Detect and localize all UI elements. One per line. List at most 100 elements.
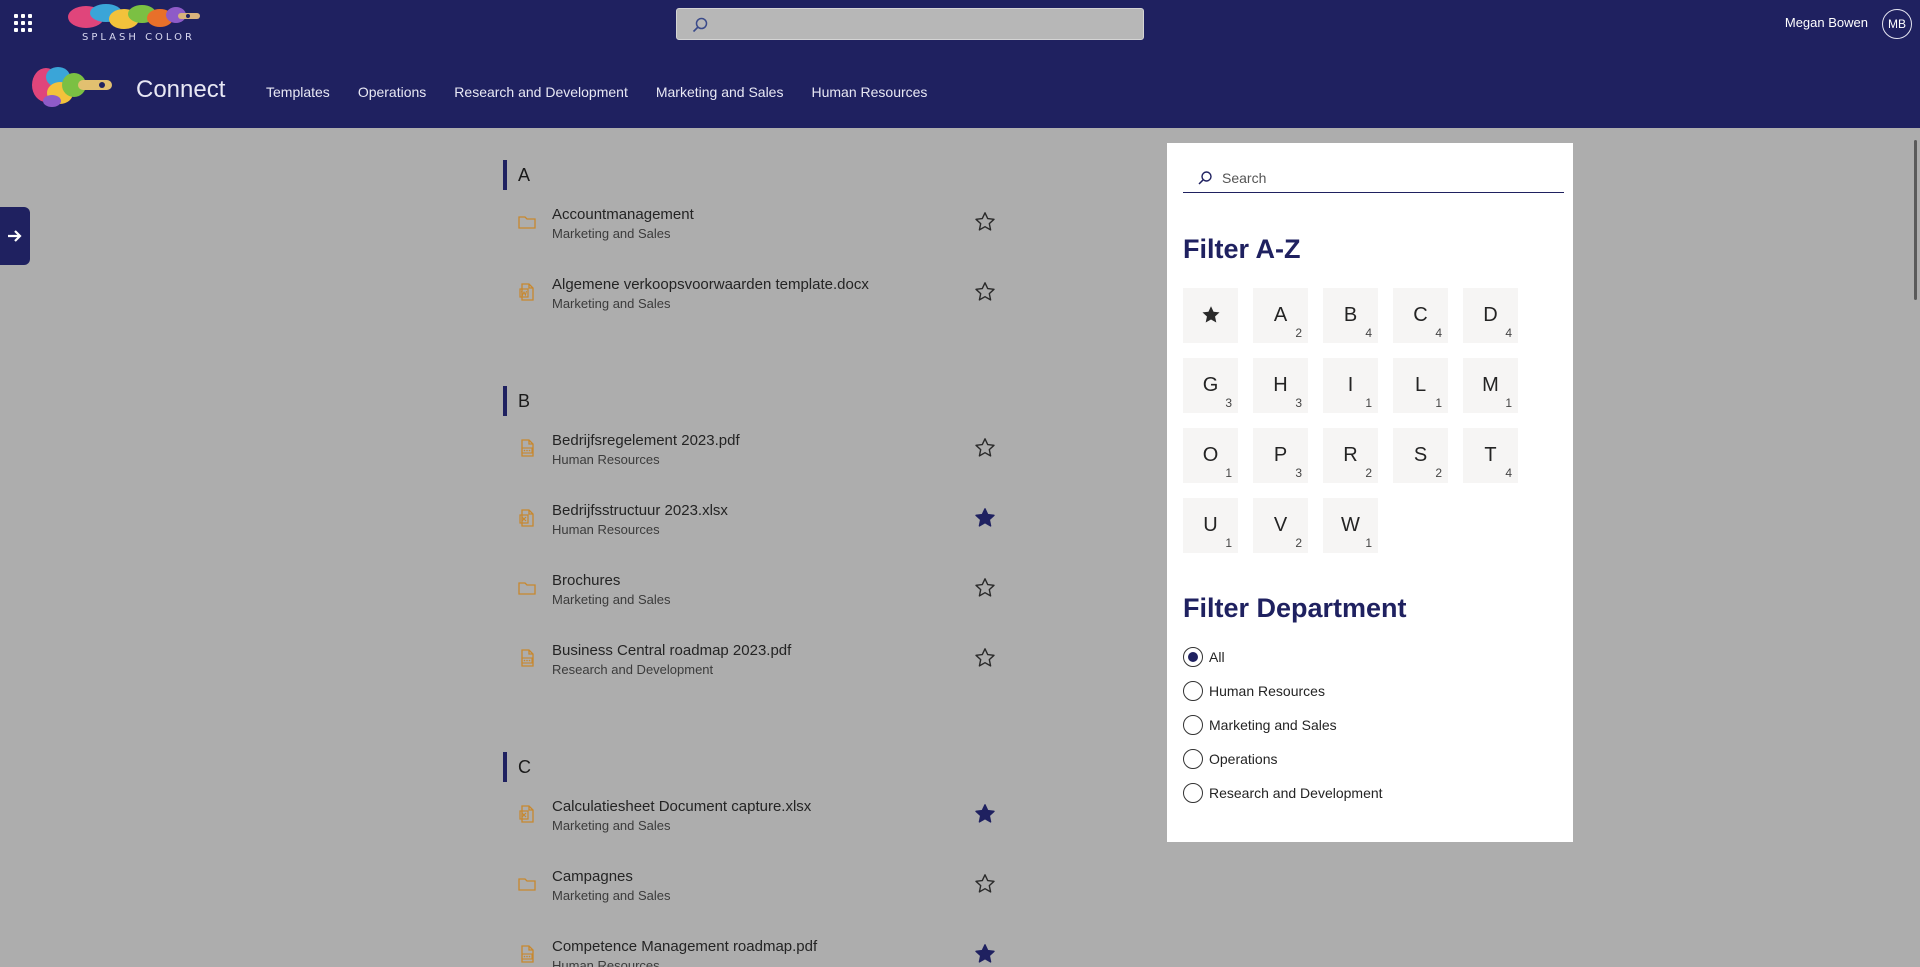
list-item[interactable]: Bedrijfsregelement 2023.pdf Human Resourc… bbox=[503, 430, 1003, 500]
app-launcher-icon[interactable] bbox=[12, 12, 34, 34]
filter-letter-tile[interactable]: H3 bbox=[1253, 358, 1308, 413]
filter-letter-tile[interactable]: L1 bbox=[1393, 358, 1448, 413]
radio-label[interactable]: Marketing and Sales bbox=[1209, 717, 1337, 733]
tile-letter: A bbox=[1273, 304, 1288, 326]
filter-letter-tile[interactable]: M1 bbox=[1463, 358, 1518, 413]
list-item[interactable]: Bedrijfsstructuur 2023.xlsx Human Resourc… bbox=[503, 500, 1003, 570]
filter-letter-tile[interactable]: V2 bbox=[1253, 498, 1308, 553]
group-accent-bar bbox=[503, 386, 507, 416]
filter-search-input[interactable] bbox=[1222, 166, 1552, 190]
item-department: Human Resources bbox=[552, 452, 660, 467]
filter-letter-tile[interactable]: G3 bbox=[1183, 358, 1238, 413]
radio-label[interactable]: Human Resources bbox=[1209, 683, 1325, 699]
favorite-star-filled-icon[interactable] bbox=[973, 506, 997, 530]
list-item[interactable]: Business Central roadmap 2023.pdf Researc… bbox=[503, 640, 1003, 710]
global-search-input[interactable] bbox=[717, 9, 1137, 39]
nav-item-marketing-and-sales[interactable]: Marketing and Sales bbox=[656, 84, 784, 100]
page-scrollbar[interactable] bbox=[1910, 128, 1920, 967]
filter-letter-tile[interactable]: O1 bbox=[1183, 428, 1238, 483]
tile-count: 2 bbox=[1435, 466, 1442, 480]
radio-button[interactable] bbox=[1183, 783, 1203, 803]
filter-letter-tile[interactable]: D4 bbox=[1463, 288, 1518, 343]
filter-department-heading: Filter Department bbox=[1183, 593, 1407, 623]
favorite-star-filled-icon[interactable] bbox=[973, 802, 997, 826]
tile-letter: P bbox=[1273, 444, 1288, 466]
tile-count: 1 bbox=[1225, 466, 1232, 480]
tile-letter: B bbox=[1343, 304, 1358, 326]
folder-icon bbox=[517, 874, 537, 894]
favorite-star-icon[interactable] bbox=[973, 436, 997, 460]
filter-letter-tile[interactable]: I1 bbox=[1323, 358, 1378, 413]
item-title[interactable]: Algemene verkoopsvoorwaarden template.do… bbox=[552, 276, 869, 293]
item-title[interactable]: Bedrijfsregelement 2023.pdf bbox=[552, 432, 740, 449]
filter-letter-tile[interactable]: A2 bbox=[1253, 288, 1308, 343]
filter-letter-tile[interactable]: W1 bbox=[1323, 498, 1378, 553]
list-item[interactable]: Calculatiesheet Document capture.xlsx Mar… bbox=[503, 796, 1003, 866]
favorite-star-icon[interactable] bbox=[973, 646, 997, 670]
tile-count: 4 bbox=[1365, 326, 1372, 340]
favorite-star-icon[interactable] bbox=[973, 576, 997, 600]
list-item[interactable]: Campagnes Marketing and Sales bbox=[503, 866, 1003, 936]
nav-item-templates[interactable]: Templates bbox=[266, 84, 330, 100]
radio-label[interactable]: All bbox=[1209, 649, 1225, 665]
item-title[interactable]: Competence Management roadmap.pdf bbox=[552, 938, 817, 955]
site-logo-icon[interactable] bbox=[30, 63, 115, 109]
nav-item-human-resources[interactable]: Human Resources bbox=[811, 84, 927, 100]
tile-count: 1 bbox=[1225, 536, 1232, 550]
radio-label[interactable]: Operations bbox=[1209, 751, 1277, 767]
radio-button[interactable] bbox=[1183, 647, 1203, 667]
favorite-star-icon[interactable] bbox=[973, 210, 997, 234]
expand-panel-button[interactable] bbox=[0, 207, 30, 265]
filter-letter-tile[interactable]: U1 bbox=[1183, 498, 1238, 553]
list-item[interactable]: Brochures Marketing and Sales bbox=[503, 570, 1003, 640]
site-title[interactable]: Connect bbox=[136, 76, 225, 104]
group-letter: C bbox=[518, 757, 531, 777]
item-title[interactable]: Bedrijfsstructuur 2023.xlsx bbox=[552, 502, 728, 519]
nav-item-research-and-development[interactable]: Research and Development bbox=[454, 84, 628, 100]
site-header: Connect Templates Operations Research an… bbox=[0, 48, 1920, 128]
item-title[interactable]: Brochures bbox=[552, 572, 620, 589]
filter-letter-tile[interactable]: T4 bbox=[1463, 428, 1518, 483]
filter-letter-tile[interactable]: R2 bbox=[1323, 428, 1378, 483]
item-title[interactable]: Calculatiesheet Document capture.xlsx bbox=[552, 798, 811, 815]
group-accent-bar bbox=[503, 160, 507, 190]
list-item[interactable]: Accountmanagement Marketing and Sales bbox=[503, 204, 1003, 274]
word-file-icon bbox=[517, 282, 537, 302]
list-item[interactable]: Competence Management roadmap.pdf Human R… bbox=[503, 936, 1003, 967]
item-title[interactable]: Accountmanagement bbox=[552, 206, 694, 223]
nav-item-operations[interactable]: Operations bbox=[358, 84, 426, 100]
item-title[interactable]: Business Central roadmap 2023.pdf bbox=[552, 642, 791, 659]
item-department: Marketing and Sales bbox=[552, 888, 671, 903]
favorite-star-icon[interactable] bbox=[973, 872, 997, 896]
tile-letter: L bbox=[1414, 374, 1427, 396]
filter-letter-tile[interactable]: B4 bbox=[1323, 288, 1378, 343]
group-header: A bbox=[503, 160, 1003, 190]
item-title[interactable]: Campagnes bbox=[552, 868, 633, 885]
filter-letter-tile[interactable]: S2 bbox=[1393, 428, 1448, 483]
group-accent-bar bbox=[503, 752, 507, 782]
avatar[interactable]: MB bbox=[1882, 9, 1912, 39]
top-navigation: Templates Operations Research and Develo… bbox=[266, 84, 927, 100]
user-name[interactable]: Megan Bowen bbox=[1785, 15, 1868, 30]
arrow-right-icon bbox=[8, 230, 22, 242]
radio-label[interactable]: Research and Development bbox=[1209, 785, 1383, 801]
filter-search-box[interactable] bbox=[1183, 163, 1564, 193]
favorite-star-filled-icon[interactable] bbox=[973, 942, 997, 966]
company-logo[interactable]: SPLASH COLOR bbox=[66, 3, 208, 45]
filter-letter-tile[interactable]: C4 bbox=[1393, 288, 1448, 343]
tile-count: 4 bbox=[1505, 466, 1512, 480]
filter-letter-tile[interactable]: P3 bbox=[1253, 428, 1308, 483]
tile-count: 3 bbox=[1295, 466, 1302, 480]
tile-letter: W bbox=[1341, 514, 1360, 536]
tile-letter: H bbox=[1273, 374, 1288, 396]
tile-count: 1 bbox=[1365, 396, 1372, 410]
favorite-star-icon[interactable] bbox=[973, 280, 997, 304]
list-item[interactable]: Algemene verkoopsvoorwaarden template.do… bbox=[503, 274, 1003, 344]
global-search-box[interactable] bbox=[676, 8, 1144, 40]
radio-button[interactable] bbox=[1183, 715, 1203, 735]
radio-button[interactable] bbox=[1183, 681, 1203, 701]
radio-button[interactable] bbox=[1183, 749, 1203, 769]
filter-favorites-tile[interactable] bbox=[1183, 288, 1238, 343]
group-letter: A bbox=[518, 165, 531, 185]
scrollbar-thumb[interactable] bbox=[1914, 140, 1917, 300]
